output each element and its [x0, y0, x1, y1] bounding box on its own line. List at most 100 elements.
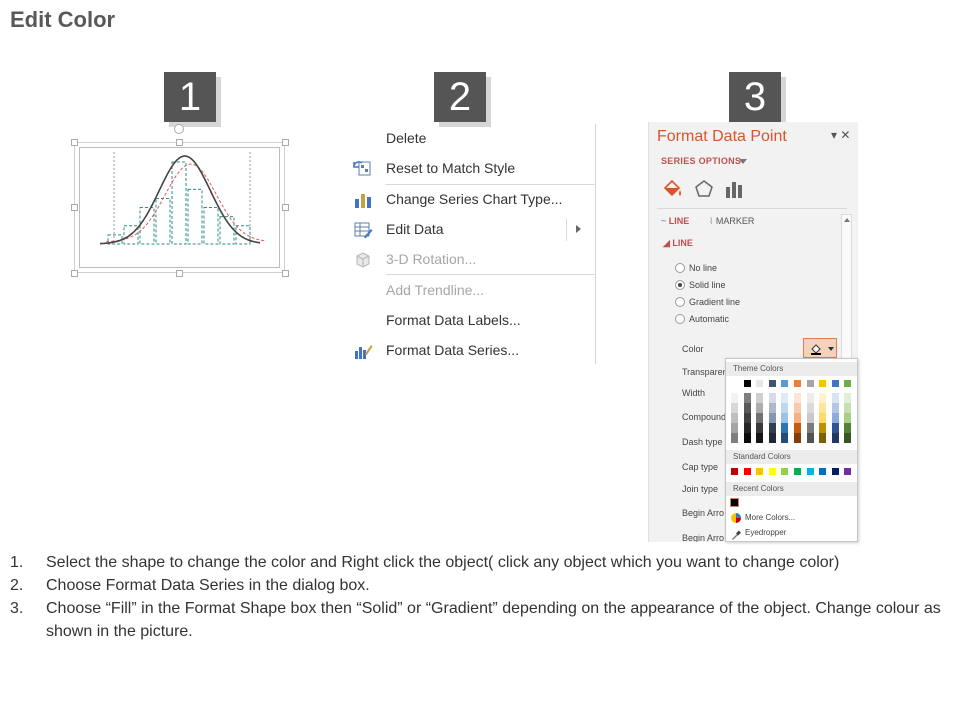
theme-shade-swatch[interactable] — [805, 413, 815, 423]
theme-shade-swatch[interactable] — [793, 413, 802, 423]
histogram-bar[interactable] — [171, 161, 187, 245]
theme-shade-swatch[interactable] — [780, 413, 790, 423]
theme-shade-swatch[interactable] — [843, 433, 853, 443]
theme-color-swatch[interactable] — [805, 379, 815, 388]
theme-color-swatch[interactable] — [830, 379, 840, 388]
standard-color-swatch[interactable] — [742, 467, 752, 476]
theme-shade-swatch[interactable] — [780, 423, 790, 433]
radio-gradient-line[interactable] — [675, 297, 685, 307]
theme-shade-swatch[interactable] — [805, 403, 815, 413]
theme-shade-swatch[interactable] — [830, 413, 840, 423]
histogram-bar[interactable] — [203, 207, 219, 245]
recent-color-swatch[interactable] — [730, 498, 739, 507]
theme-shade-swatch[interactable] — [843, 393, 853, 403]
tab-line[interactable]: ~ LINE — [661, 216, 689, 226]
theme-shade-swatch[interactable] — [742, 433, 752, 443]
theme-color-swatch[interactable] — [730, 379, 739, 388]
theme-shade-swatch[interactable] — [730, 413, 739, 423]
theme-shade-swatch[interactable] — [805, 433, 815, 443]
selected-chart[interactable] — [74, 142, 285, 273]
standard-color-swatch[interactable] — [818, 467, 828, 476]
standard-color-swatch[interactable] — [730, 467, 739, 476]
radio-solid-line[interactable] — [675, 280, 685, 290]
theme-shade-swatch[interactable] — [742, 423, 752, 433]
theme-shade-swatch[interactable] — [830, 433, 840, 443]
tab-marker[interactable]: ⌇ MARKER — [709, 216, 754, 227]
rotate-handle[interactable] — [174, 124, 184, 134]
theme-shade-swatch[interactable] — [767, 413, 777, 423]
scroll-up-icon[interactable] — [844, 218, 850, 222]
normal-curve[interactable] — [100, 155, 261, 245]
theme-shade-swatch[interactable] — [818, 403, 828, 413]
menu-item-edit-data[interactable]: Edit Data — [350, 215, 595, 245]
color-picker-button[interactable] — [803, 338, 837, 358]
theme-shade-swatch[interactable] — [767, 433, 777, 443]
resize-handle[interactable] — [176, 139, 183, 146]
radio-automatic[interactable] — [675, 314, 685, 324]
theme-shade-swatch[interactable] — [793, 433, 802, 443]
theme-shade-swatch[interactable] — [793, 393, 802, 403]
standard-color-swatch[interactable] — [793, 467, 802, 476]
standard-color-swatch[interactable] — [755, 467, 765, 476]
theme-shade-swatch[interactable] — [767, 393, 777, 403]
resize-handle[interactable] — [71, 204, 78, 211]
theme-shade-swatch[interactable] — [805, 423, 815, 433]
histogram-bar[interactable] — [187, 188, 203, 245]
theme-shade-swatch[interactable] — [793, 403, 802, 413]
theme-color-swatch[interactable] — [780, 379, 790, 388]
section-line-header[interactable]: ◢ LINE — [663, 238, 693, 249]
standard-color-swatch[interactable] — [767, 467, 777, 476]
more-colors-link[interactable]: More Colors... — [745, 513, 795, 522]
theme-shade-swatch[interactable] — [818, 413, 828, 423]
theme-shade-swatch[interactable] — [830, 403, 840, 413]
effects-pentagon-icon[interactable] — [693, 178, 715, 205]
pane-close-button[interactable]: ▾ ✕ — [831, 128, 850, 142]
theme-shade-swatch[interactable] — [730, 423, 739, 433]
resize-handle[interactable] — [71, 270, 78, 277]
series-options-dropdown[interactable]: SERIES OPTIONS — [661, 156, 741, 166]
theme-shade-swatch[interactable] — [818, 423, 828, 433]
theme-color-swatch[interactable] — [742, 379, 752, 388]
theme-color-swatch[interactable] — [818, 379, 828, 388]
theme-shade-swatch[interactable] — [780, 433, 790, 443]
standard-color-swatch[interactable] — [843, 467, 853, 476]
standard-color-swatch[interactable] — [805, 467, 815, 476]
histogram-bar[interactable] — [155, 197, 171, 245]
menu-item-format-data-labels[interactable]: Format Data Labels... — [350, 306, 595, 336]
theme-shade-swatch[interactable] — [818, 393, 828, 403]
theme-shade-swatch[interactable] — [755, 393, 765, 403]
theme-shade-swatch[interactable] — [755, 413, 765, 423]
resize-handle[interactable] — [71, 139, 78, 146]
theme-color-swatch[interactable] — [755, 379, 765, 388]
theme-color-swatch[interactable] — [843, 379, 853, 388]
theme-shade-swatch[interactable] — [843, 413, 853, 423]
theme-shade-swatch[interactable] — [767, 403, 777, 413]
theme-color-swatch[interactable] — [793, 379, 802, 388]
theme-shade-swatch[interactable] — [730, 393, 739, 403]
theme-shade-swatch[interactable] — [755, 423, 765, 433]
resize-handle[interactable] — [282, 139, 289, 146]
histogram-chart[interactable] — [80, 148, 281, 269]
resize-handle[interactable] — [282, 204, 289, 211]
series-options-chart-icon[interactable] — [723, 178, 745, 205]
menu-item-delete[interactable]: Delete — [350, 124, 595, 154]
theme-shade-swatch[interactable] — [793, 423, 802, 433]
menu-item-format-data-series[interactable]: Format Data Series... — [350, 336, 595, 366]
theme-shade-swatch[interactable] — [780, 393, 790, 403]
radio-no-line[interactable] — [675, 263, 685, 273]
theme-shade-swatch[interactable] — [830, 423, 840, 433]
theme-shade-swatch[interactable] — [767, 423, 777, 433]
standard-color-swatch[interactable] — [830, 467, 840, 476]
theme-shade-swatch[interactable] — [780, 403, 790, 413]
theme-shade-swatch[interactable] — [742, 413, 752, 423]
menu-item-reset-style[interactable]: Reset to Match Style — [350, 154, 595, 184]
theme-shade-swatch[interactable] — [830, 393, 840, 403]
theme-shade-swatch[interactable] — [843, 423, 853, 433]
resize-handle[interactable] — [176, 270, 183, 277]
theme-shade-swatch[interactable] — [843, 403, 853, 413]
theme-shade-swatch[interactable] — [742, 393, 752, 403]
standard-color-swatch[interactable] — [780, 467, 790, 476]
menu-item-change-chart-type[interactable]: Change Series Chart Type... — [350, 185, 595, 215]
theme-shade-swatch[interactable] — [755, 433, 765, 443]
eyedropper-link[interactable]: Eyedropper — [745, 528, 786, 537]
